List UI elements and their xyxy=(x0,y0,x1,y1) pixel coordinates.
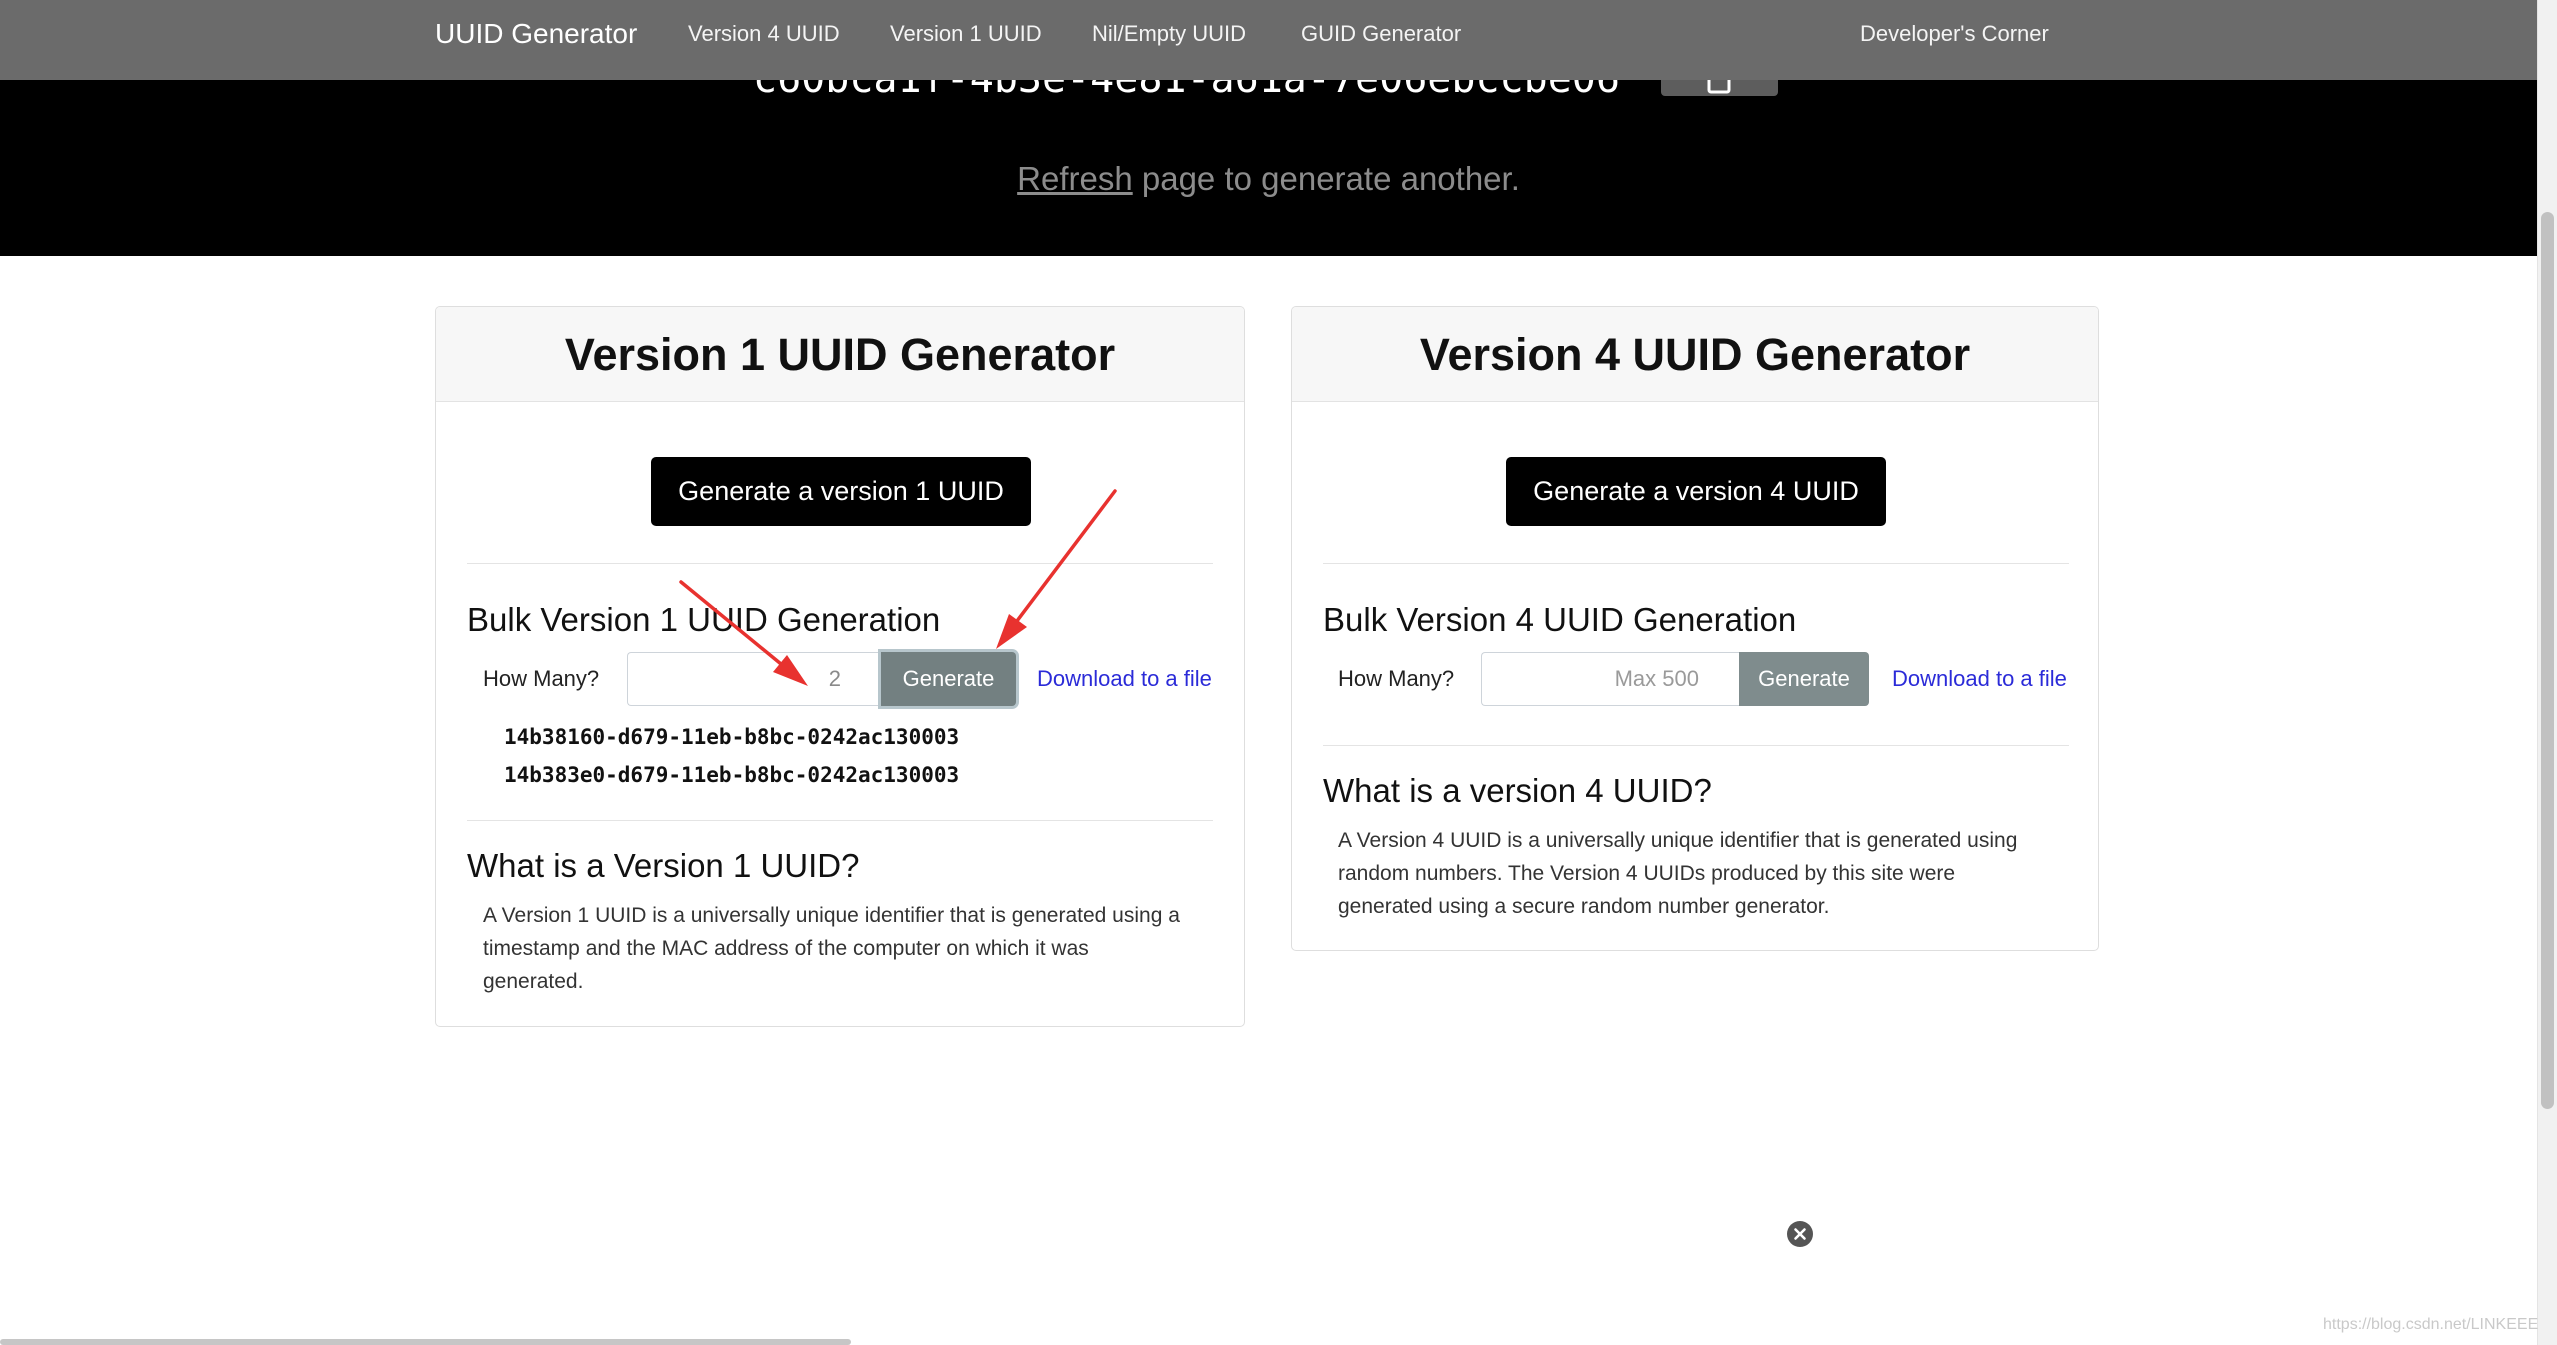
generate-v1-button[interactable]: Generate a version 1 UUID xyxy=(651,457,1031,526)
v4-bulk-generate-button[interactable]: Generate xyxy=(1739,652,1869,706)
nav-item-version-4-uuid[interactable]: Version 4 UUID xyxy=(688,0,840,68)
close-ad-button[interactable] xyxy=(1787,1221,1813,1247)
v1-card-title: Version 1 UUID Generator xyxy=(436,307,1244,402)
generate-v4-button[interactable]: Generate a version 4 UUID xyxy=(1506,457,1886,526)
v4-card-title: Version 4 UUID Generator xyxy=(1292,307,2098,402)
v4-what-heading: What is a version 4 UUID? xyxy=(1323,772,1712,809)
v4-description-line: generated using a secure random number g… xyxy=(1338,895,1830,918)
v4-quantity-input[interactable] xyxy=(1481,652,1739,706)
nav-item-nil-empty-uuid[interactable]: Nil/Empty UUID xyxy=(1092,0,1246,68)
top-navbar: UUID Generator Version 4 UUID Version 1 … xyxy=(0,0,2537,80)
v1-description-line: generated. xyxy=(483,970,584,993)
refresh-hint: Refresh page to generate another. xyxy=(0,159,2537,199)
divider xyxy=(467,563,1213,564)
generated-uuid: 14b38160-d679-11eb-b8bc-0242ac130003 xyxy=(504,725,960,749)
refresh-hint-text: page to generate another. xyxy=(1132,160,1520,197)
nav-item-developers-corner[interactable]: Developer's Corner xyxy=(1860,0,2049,68)
v4-description-line: random numbers. The Version 4 UUIDs prod… xyxy=(1338,862,1956,885)
watermark: https://blog.csdn.net/LINKEEE xyxy=(2323,1316,2539,1333)
nav-brand[interactable]: UUID Generator xyxy=(435,0,637,68)
vertical-scrollbar[interactable] xyxy=(2537,0,2557,1345)
vertical-scrollbar-thumb[interactable] xyxy=(2541,212,2554,1109)
v1-how-many-label: How Many? xyxy=(483,666,600,691)
generated-uuid: 14b383e0-d679-11eb-b8bc-0242ac130003 xyxy=(504,763,960,787)
v4-download-link[interactable]: Download to a file xyxy=(1892,652,2067,706)
v1-download-link[interactable]: Download to a file xyxy=(1037,652,1212,706)
v1-bulk-heading: Bulk Version 1 UUID Generation xyxy=(467,601,941,638)
v4-generator-card: Version 4 UUID Generator Generate a vers… xyxy=(1291,306,2099,951)
v1-bulk-generate-button[interactable]: Generate xyxy=(881,652,1016,706)
divider xyxy=(1323,563,2069,564)
nav-item-version-1-uuid[interactable]: Version 1 UUID xyxy=(890,0,1042,68)
v1-generator-card: Version 1 UUID Generator Generate a vers… xyxy=(435,306,1245,1027)
nav-item-guid-generator[interactable]: GUID Generator xyxy=(1301,0,1461,68)
v4-bulk-heading: Bulk Version 4 UUID Generation xyxy=(1323,601,1797,638)
horizontal-scrollbar[interactable] xyxy=(0,1339,851,1345)
v1-what-heading: What is a Version 1 UUID? xyxy=(467,847,860,884)
divider xyxy=(467,820,1213,821)
v1-description-line: timestamp and the MAC address of the com… xyxy=(483,937,1089,960)
v1-quantity-input[interactable] xyxy=(627,652,881,706)
page: c60bca1f-4b3e-4e81-a61a-7e06ebccbe06 Ref… xyxy=(0,0,2557,1345)
close-icon xyxy=(1787,1221,1813,1247)
refresh-link[interactable]: Refresh xyxy=(1017,160,1133,197)
v1-description-line: A Version 1 UUID is a universally unique… xyxy=(483,904,1180,927)
v4-description-line: A Version 4 UUID is a universally unique… xyxy=(1338,829,2018,852)
v4-how-many-label: How Many? xyxy=(1338,666,1455,691)
divider xyxy=(1323,745,2069,746)
